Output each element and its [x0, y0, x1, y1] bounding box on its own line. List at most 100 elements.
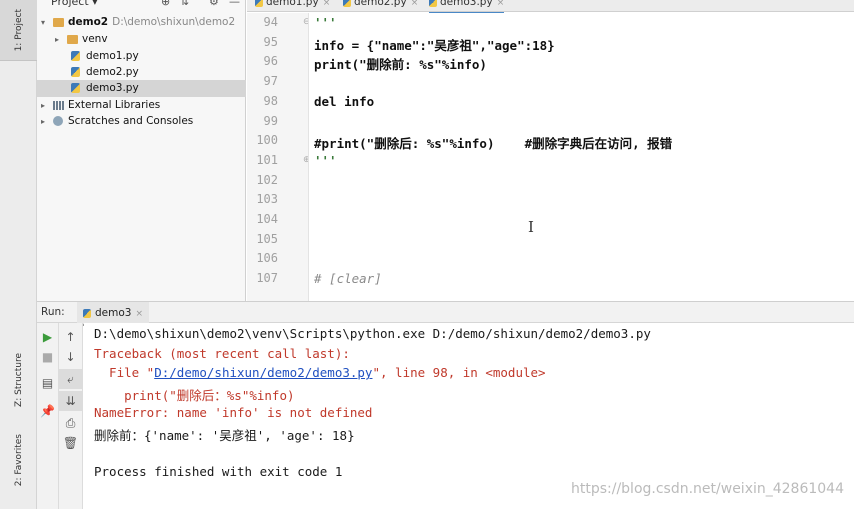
python-file-icon [71, 51, 80, 61]
editor-tab-label: demo3.py [440, 0, 493, 8]
fold-marker-icon[interactable]: ⊖ [303, 17, 308, 27]
stop-icon[interactable]: ■ [37, 347, 58, 367]
up-arrow-icon[interactable]: ↑ [59, 327, 82, 347]
line-number: 104 [256, 212, 278, 226]
editor-tab-bar: demo1.py × demo2.py × demo3.py × [247, 0, 854, 15]
close-icon[interactable]: × [135, 309, 143, 319]
editor-tab-demo1-py[interactable]: demo1.py × [255, 0, 330, 12]
tree-item-label: demo1.py [86, 50, 139, 62]
editor-gutter: 94 ⊖ 95 96 97 98 99 100 101 ⊕ 102 103 104 105 106 107 [247, 13, 309, 301]
project-panel-header: Project ▾ ⊕ ⇅ ⚙ — [37, 0, 246, 12]
project-panel-title[interactable]: Project ▾ [51, 0, 98, 8]
code-line: #print("删除后: %s"%info) #删除字典后在访问, 报错 [314, 136, 673, 152]
close-icon[interactable]: × [497, 0, 505, 8]
tree-item-demo2[interactable]: ▾ demo2 D:\demo\shixun\demo2 [37, 14, 246, 31]
favorites-tool-tab[interactable]: 2: Favorites [0, 425, 37, 495]
python-file-icon [255, 0, 263, 7]
library-icon [53, 101, 64, 110]
code-line: del info [314, 93, 375, 109]
line-number: 97 [263, 74, 278, 89]
tree-item-demo1-py[interactable]: demo1.py [37, 48, 246, 65]
console-line: NameError: name 'info' is not defined [94, 404, 373, 420]
line-number: 99 [263, 113, 278, 128]
code-line: # [clear] [314, 271, 382, 287]
project-panel: Project ▾ ⊕ ⇅ ⚙ — ▾ demo2 D:\demo\shixun\d… [37, 0, 246, 301]
print-icon[interactable]: ⎙ [59, 413, 82, 433]
rerun-icon[interactable]: ▶ [37, 327, 58, 347]
tool-window-strip: 1: Project Z: Structure 2: Favorites [0, 0, 37, 509]
soft-wrap-icon[interactable]: ⤶ [59, 369, 82, 389]
console-line: File "D:/demo/shixun/demo2/demo3.py", li… [94, 365, 546, 381]
project-path: D:\demo\shixun\demo2 [112, 16, 236, 28]
tree-item-demo2-py[interactable]: demo2.py [37, 64, 246, 81]
run-tab-label: demo3 [95, 307, 132, 319]
chevron-down-icon[interactable]: ▾ [41, 14, 45, 31]
tree-item-label: demo2.py [86, 66, 139, 78]
structure-tool-tab[interactable]: Z: Structure [0, 345, 37, 415]
chevron-right-icon[interactable]: ▸ [41, 113, 45, 130]
line-number: 95 [263, 34, 278, 49]
tree-item-external-libraries[interactable]: ▸ External Libraries [37, 97, 246, 114]
editor-tab-demo2-py[interactable]: demo2.py × [343, 0, 418, 12]
chevron-right-icon[interactable]: ▸ [41, 97, 45, 114]
line-number: 101 [256, 152, 278, 167]
console-line: D:\demo\shixun\demo2\venv\Scripts\python… [94, 326, 651, 341]
console-line: Process finished with exit code 1 [94, 463, 343, 479]
code-line: ''' [314, 15, 337, 30]
console-line: print("删除后：%s"%info) [94, 388, 295, 404]
watermark: https://blog.csdn.net/weixin_42861044 [570, 481, 844, 497]
close-icon[interactable]: × [411, 0, 419, 8]
run-toolbar-secondary: ↑ ↓ ⤶ ⇊ ⎙ 🗑 [59, 323, 83, 509]
hide-icon[interactable]: — [229, 0, 240, 8]
tree-item-scratches-and-consoles[interactable]: ▸ Scratches and Consoles [37, 113, 246, 130]
line-number: 105 [256, 231, 278, 246]
python-file-icon [429, 0, 437, 7]
python-file-icon [83, 308, 91, 318]
line-number: 103 [256, 192, 278, 207]
python-file-icon [343, 0, 351, 7]
code-line: ''' [314, 152, 337, 168]
console-line: 删除前：{'name': '吴彦祖', 'age': 18} [94, 427, 355, 443]
close-icon[interactable]: × [323, 0, 331, 8]
tree-item-venv[interactable]: ▸ venv [37, 31, 246, 48]
run-toolbar-primary: ▶ ■ ▤ 📌 [37, 323, 59, 509]
tree-item-demo3-py[interactable]: demo3.py [37, 80, 246, 97]
line-number: 107 [256, 271, 278, 286]
tree-item-label: Scratches and Consoles [68, 115, 194, 127]
traceback-file-link[interactable]: D:/demo/shixun/demo2/demo3.py [154, 365, 372, 380]
pin-icon[interactable]: 📌 [37, 401, 58, 421]
project-tool-tab-label: 1: Project [13, 8, 24, 52]
tree-item-label: External Libraries [68, 99, 161, 111]
tree-item-label: demo3.py [86, 82, 139, 94]
code-line: info = {"name":"吴彦祖","age":18} [314, 37, 555, 53]
tree-item-label: venv [82, 33, 108, 45]
python-file-icon [71, 67, 80, 77]
fold-marker-icon[interactable]: ⊕ [303, 155, 308, 165]
line-number: 96 [263, 54, 278, 69]
editor-tab-label: demo2.py [354, 0, 407, 8]
console-line: Traceback (most recent call last): [94, 345, 350, 361]
line-number: 106 [256, 251, 278, 266]
code-line: print("删除前: %s"%info) [314, 57, 487, 73]
project-tool-tab[interactable]: 1: Project [0, 0, 37, 61]
line-number: 102 [256, 172, 278, 187]
layout-icon[interactable]: ▤ [37, 373, 58, 393]
collapse-icon[interactable]: ⇅ [180, 0, 189, 8]
down-arrow-icon[interactable]: ↓ [59, 347, 82, 367]
run-label: Run: [41, 306, 65, 318]
folder-icon [67, 35, 78, 44]
tree-item-label: demo2 D:\demo\shixun\demo2 [68, 16, 236, 28]
gear-icon[interactable]: ⚙ [209, 0, 219, 8]
chevron-right-icon[interactable]: ▸ [55, 31, 59, 48]
run-panel-header: Run: demo3 × [37, 301, 854, 326]
locate-icon[interactable]: ⊕ [161, 0, 170, 8]
line-number: 100 [256, 133, 278, 148]
code-editor[interactable]: ''' info = {"name":"吴彦祖","age":18} print("… [310, 13, 854, 301]
editor-tab-label: demo1.py [266, 0, 319, 8]
python-file-icon [71, 83, 80, 93]
structure-tool-tab-label: Z: Structure [13, 353, 24, 407]
scroll-to-end-icon[interactable]: ⇊ [59, 391, 82, 411]
scratches-icon [53, 116, 63, 126]
mouse-text-cursor-icon: I [528, 218, 534, 236]
trash-icon[interactable]: 🗑 [59, 433, 82, 453]
